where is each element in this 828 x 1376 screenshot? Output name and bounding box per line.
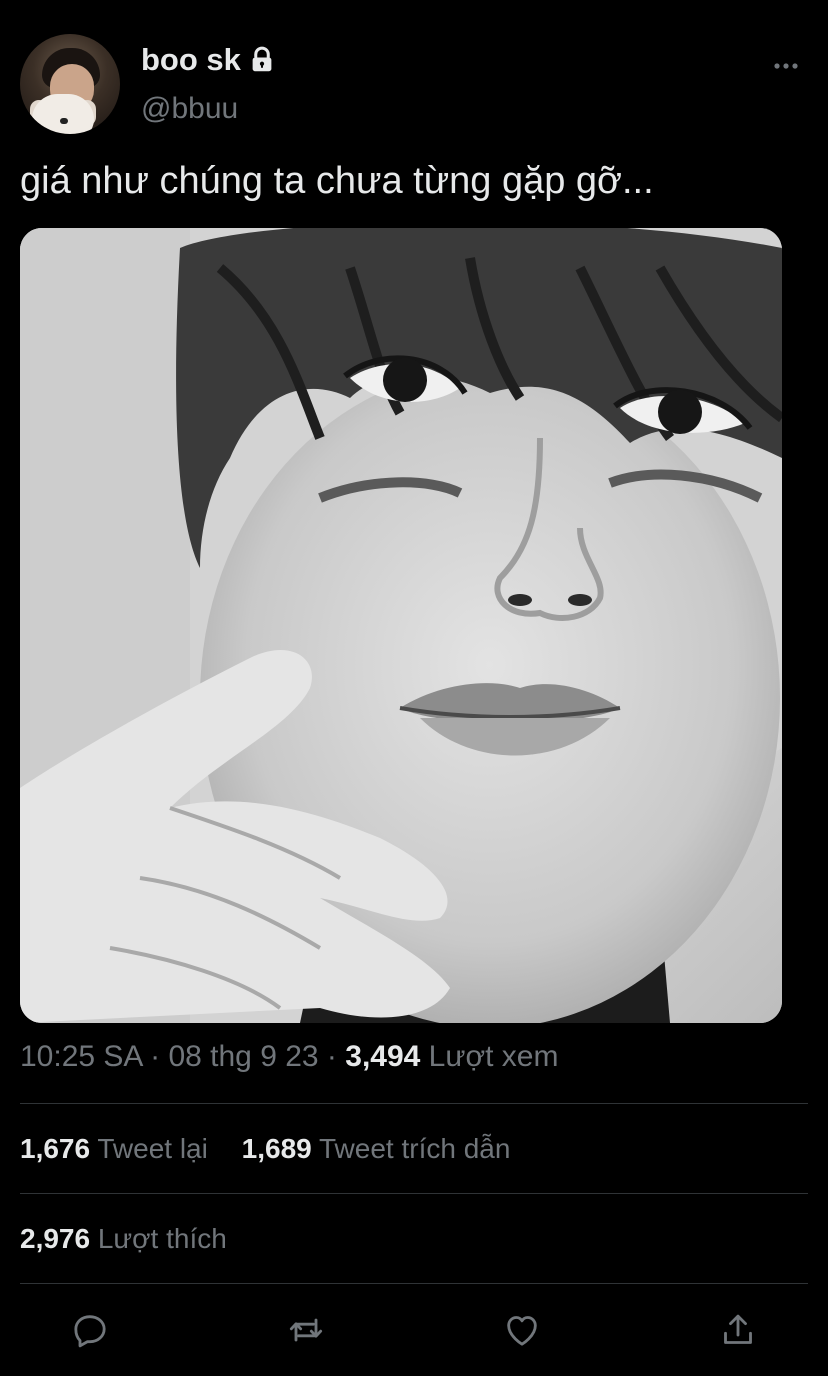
divider bbox=[20, 1283, 808, 1284]
views-label: Lượt xem bbox=[420, 1040, 559, 1073]
avatar[interactable] bbox=[20, 34, 120, 134]
display-name[interactable]: boo sk bbox=[141, 42, 241, 78]
meta-separator: · bbox=[318, 1040, 346, 1073]
likes-count: 2,976 bbox=[20, 1223, 91, 1254]
tweet-actions-bar bbox=[20, 1308, 808, 1358]
retweets-count: 1,676 bbox=[20, 1133, 91, 1164]
retweets-stat[interactable]: 1,676 Tweet lại bbox=[20, 1133, 208, 1165]
lock-icon bbox=[252, 46, 272, 72]
divider bbox=[20, 1103, 808, 1104]
heart-icon bbox=[507, 1316, 537, 1346]
meta-separator: · bbox=[141, 1040, 169, 1073]
engagement-stats-row: 1,676 Tweet lại 1,689 Tweet trích dẫn bbox=[20, 1133, 808, 1165]
share-button[interactable] bbox=[716, 1308, 760, 1352]
likes-stats-row: 2,976 Lượt thích bbox=[20, 1223, 808, 1255]
tweet-header: boo sk @bbuu bbox=[20, 34, 808, 138]
tweet-date[interactable]: 08 thg 9 23 bbox=[168, 1040, 318, 1073]
quotes-count: 1,689 bbox=[241, 1133, 312, 1164]
retweet-icon bbox=[289, 1318, 323, 1342]
reply-button[interactable] bbox=[68, 1308, 112, 1352]
reply-icon bbox=[74, 1315, 106, 1348]
user-handle[interactable]: @bbuu bbox=[141, 92, 238, 126]
avatar-dog-nose bbox=[60, 118, 68, 124]
share-icon bbox=[724, 1314, 752, 1344]
retweets-label: Tweet lại bbox=[90, 1133, 208, 1164]
display-name-row[interactable]: boo sk bbox=[141, 42, 277, 78]
portrait-photo bbox=[20, 228, 782, 1023]
quotes-label: Tweet trích dẫn bbox=[311, 1133, 511, 1164]
avatar-dog bbox=[32, 94, 94, 134]
quotes-stat[interactable]: 1,689 Tweet trích dẫn bbox=[242, 1133, 511, 1165]
tweet-meta: 10:25 SA · 08 thg 9 23 · 3,494 Lượt xem bbox=[20, 1040, 808, 1074]
like-button[interactable] bbox=[500, 1308, 544, 1352]
likes-label: Lượt thích bbox=[90, 1223, 227, 1254]
retweet-button[interactable] bbox=[284, 1308, 328, 1352]
likes-stat[interactable]: 2,976 Lượt thích bbox=[20, 1223, 227, 1255]
divider bbox=[20, 1193, 808, 1194]
tweet-time[interactable]: 10:25 SA bbox=[20, 1040, 142, 1073]
views-count: 3,494 bbox=[345, 1040, 421, 1073]
tweet-photo[interactable] bbox=[20, 228, 782, 1023]
more-options-icon[interactable] bbox=[772, 52, 800, 80]
tweet-text: giá như chúng ta chưa từng gặp gỡ... bbox=[20, 160, 654, 202]
